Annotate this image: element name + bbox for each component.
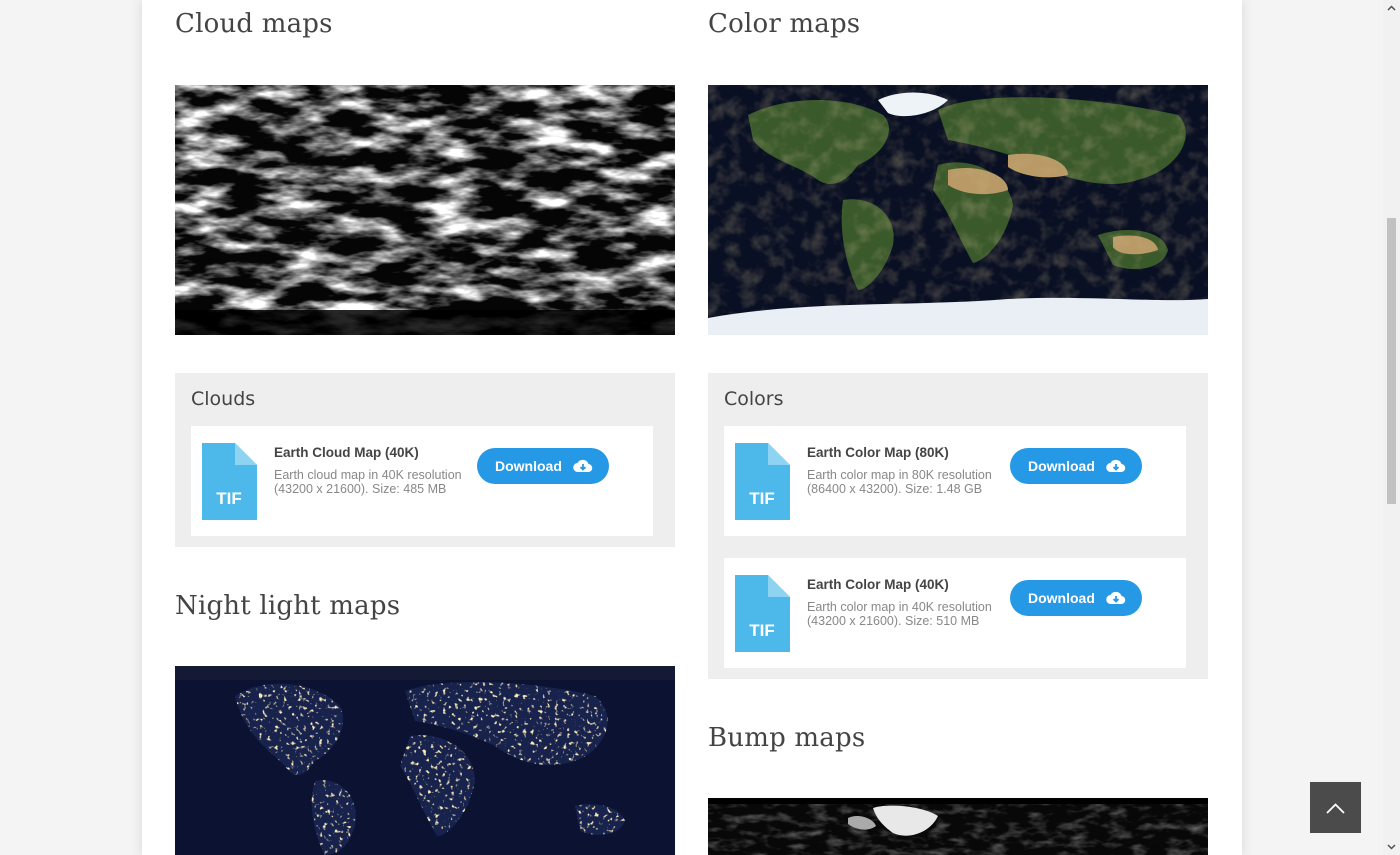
download-button[interactable]: Download	[1010, 448, 1142, 484]
cloud-download-icon	[573, 459, 593, 473]
page-content: Cloud maps Clouds TIF Earth Cloud Map (4…	[142, 0, 1242, 855]
file-card: TIF Earth Color Map (80K) Earth color ma…	[724, 426, 1186, 536]
vertical-scrollbar[interactable]	[1383, 0, 1400, 855]
back-to-top-button[interactable]	[1310, 782, 1361, 833]
file-format-label: TIF	[749, 621, 775, 640]
download-button-label: Download	[1028, 458, 1095, 474]
tif-file-icon: TIF	[202, 443, 257, 520]
clouds-panel-title: Clouds	[191, 388, 256, 410]
file-description: Earth color map in 40K resolution (43200…	[807, 600, 992, 628]
file-format-label: TIF	[749, 489, 775, 508]
colors-panel-title: Colors	[724, 388, 784, 410]
cloud-download-icon	[1106, 459, 1126, 473]
file-card: TIF Earth Cloud Map (40K) Earth cloud ma…	[191, 426, 653, 536]
download-button[interactable]: Download	[477, 448, 609, 484]
bump-maps-heading: Bump maps	[708, 723, 866, 753]
download-button-label: Download	[1028, 590, 1095, 606]
file-name: Earth Color Map (40K)	[807, 577, 949, 592]
download-button-label: Download	[495, 458, 562, 474]
scroll-up-arrow-icon[interactable]	[1383, 0, 1400, 17]
file-name: Earth Cloud Map (40K)	[274, 445, 419, 460]
clouds-panel: Clouds TIF Earth Cloud Map (40K) Earth c…	[175, 373, 675, 547]
tif-file-icon: TIF	[735, 575, 790, 652]
tif-file-icon: TIF	[735, 443, 790, 520]
file-format-label: TIF	[216, 489, 242, 508]
file-name: Earth Color Map (80K)	[807, 445, 949, 460]
cloud-maps-heading: Cloud maps	[175, 9, 333, 39]
cloud-download-icon	[1106, 591, 1126, 605]
color-map-image	[708, 85, 1208, 335]
night-light-map-image	[175, 666, 675, 855]
file-description: Earth color map in 80K resolution (86400…	[807, 468, 992, 496]
scrollbar-thumb[interactable]	[1387, 218, 1396, 504]
chevron-up-icon	[1326, 803, 1345, 814]
colors-panel: Colors TIF Earth Color Map (80K) Earth c…	[708, 373, 1208, 679]
color-maps-heading: Color maps	[708, 9, 861, 39]
download-button[interactable]: Download	[1010, 580, 1142, 616]
file-description: Earth cloud map in 40K resolution (43200…	[274, 468, 462, 496]
bump-map-image	[708, 798, 1208, 855]
cloud-map-image	[175, 85, 675, 335]
night-light-maps-heading: Night light maps	[175, 591, 401, 621]
file-card: TIF Earth Color Map (40K) Earth color ma…	[724, 558, 1186, 668]
scroll-down-arrow-icon[interactable]	[1383, 838, 1400, 855]
